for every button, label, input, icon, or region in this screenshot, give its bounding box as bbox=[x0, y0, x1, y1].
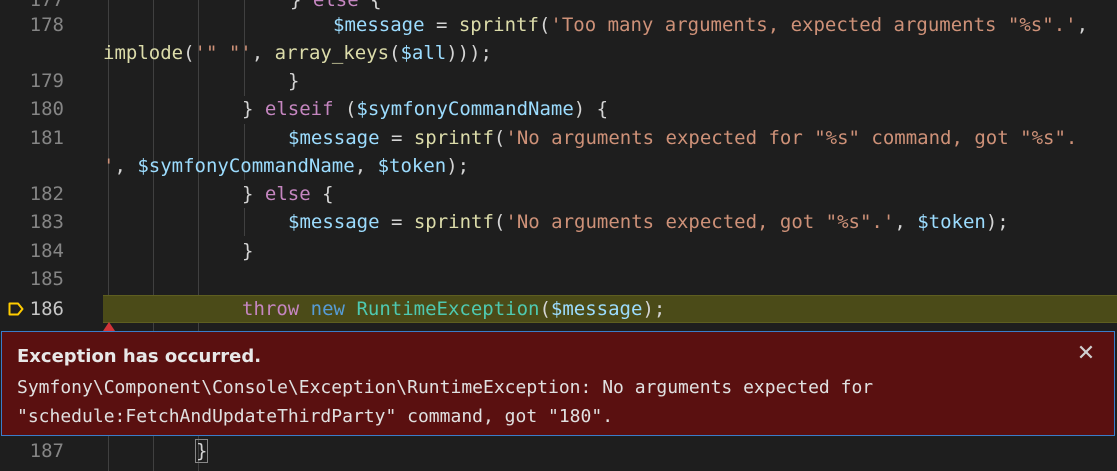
line-number: 179 bbox=[29, 70, 64, 92]
code-token: ( bbox=[539, 298, 551, 320]
code-token: ( bbox=[389, 42, 401, 64]
line-number: 178 bbox=[29, 14, 64, 36]
code-token: ( bbox=[333, 98, 357, 120]
code-token: ( bbox=[183, 42, 195, 64]
code-line: 178 $message = sprintf('Too many argumen… bbox=[0, 11, 1117, 39]
code-token: $message bbox=[288, 127, 380, 149]
code-text: } bbox=[242, 237, 253, 265]
code-line: 180 } elseif ($symfonyCommandName) { bbox=[0, 95, 1117, 123]
code-line: 181 $message = sprintf('No arguments exp… bbox=[0, 124, 1117, 152]
code-token: $token bbox=[917, 211, 986, 233]
code-token: = bbox=[424, 14, 459, 36]
code-token: ( bbox=[493, 211, 506, 233]
code-token: else bbox=[312, 0, 359, 11]
code-token: sprintf bbox=[413, 127, 494, 149]
exception-title: Exception has occurred. bbox=[17, 346, 262, 367]
code-token: ); bbox=[446, 155, 470, 177]
code-token: array_keys bbox=[274, 42, 390, 64]
code-line: 179 } bbox=[0, 67, 1117, 95]
code-token: ))); bbox=[446, 42, 492, 64]
code-token: } bbox=[288, 70, 300, 92]
code-token: , bbox=[354, 155, 378, 177]
code-token: $symfonyCommandName bbox=[356, 98, 574, 120]
code-token: 'No arguments expected for "%s" command,… bbox=[505, 127, 1078, 149]
code-token: new bbox=[310, 298, 345, 320]
line-number: 183 bbox=[29, 211, 64, 233]
code-line-wrap: implode('" "', array_keys($all))); bbox=[0, 39, 1117, 67]
line-number: 185 bbox=[29, 268, 64, 290]
code-token: RuntimeException bbox=[356, 298, 540, 320]
code-line: 187 } bbox=[0, 437, 1117, 465]
current-execution-line[interactable]: 186 throw new RuntimeException($message)… bbox=[0, 295, 1117, 323]
code-token: , bbox=[251, 42, 275, 64]
code-token: ) { bbox=[573, 98, 609, 120]
code-token: 'Too many arguments, expected arguments … bbox=[550, 14, 1077, 36]
code-token: $message bbox=[333, 14, 425, 36]
code-text: implode('" "', array_keys($all))); bbox=[103, 39, 492, 67]
code-token: '" "' bbox=[194, 42, 252, 64]
code-token: $message bbox=[550, 298, 643, 320]
code-token: $message bbox=[288, 211, 380, 233]
code-token: , bbox=[114, 155, 138, 177]
code-text: } bbox=[194, 437, 209, 465]
code-line-wrap: ', $symfonyCommandName, $token); bbox=[0, 152, 1117, 180]
code-token: { bbox=[358, 0, 382, 11]
code-token: , bbox=[894, 211, 918, 233]
code-token: sprintf bbox=[413, 211, 494, 233]
code-text: } else { bbox=[242, 180, 334, 208]
code-line: 184 } bbox=[0, 237, 1117, 265]
line-number: 180 bbox=[29, 98, 64, 120]
line-number: 181 bbox=[29, 127, 64, 149]
code-text: throw new RuntimeException($message); bbox=[242, 295, 665, 323]
code-token: $all bbox=[400, 42, 447, 64]
code-token: 'No arguments expected, got "%s".' bbox=[505, 211, 895, 233]
line-number: 187 bbox=[29, 440, 64, 462]
line-number: 184 bbox=[29, 240, 64, 262]
exception-pointer-marker bbox=[103, 322, 115, 331]
code-token: } bbox=[290, 0, 313, 11]
code-token: } bbox=[194, 439, 209, 463]
code-token: throw bbox=[242, 298, 300, 320]
code-token: elseif bbox=[264, 98, 334, 120]
code-token: } bbox=[242, 183, 265, 205]
code-token: $symfonyCommandName bbox=[137, 155, 355, 177]
code-token: $token bbox=[377, 155, 447, 177]
code-token: ( bbox=[538, 14, 551, 36]
code-text: $message = sprintf('No arguments expecte… bbox=[288, 208, 1009, 236]
code-text: $message = sprintf('Too many arguments, … bbox=[333, 11, 1088, 39]
code-editor[interactable]: 177 } else { 178 $message = sprintf('Too… bbox=[0, 0, 1117, 471]
code-text: } bbox=[288, 67, 299, 95]
code-token: } bbox=[242, 240, 254, 262]
line-number: 182 bbox=[29, 183, 64, 205]
code-token: ); bbox=[642, 298, 666, 320]
code-token: ( bbox=[493, 127, 506, 149]
code-text: $message = sprintf('No arguments expecte… bbox=[288, 124, 1077, 152]
line-number: 186 bbox=[29, 298, 64, 320]
code-token: ); bbox=[985, 211, 1009, 233]
code-token: , bbox=[1076, 14, 1089, 36]
code-token: sprintf bbox=[458, 14, 539, 36]
code-token: else bbox=[264, 183, 311, 205]
code-text: } elseif ($symfonyCommandName) { bbox=[242, 95, 608, 123]
code-token: implode bbox=[103, 42, 184, 64]
code-token: = bbox=[379, 127, 414, 149]
close-icon[interactable]: ✕ bbox=[1074, 342, 1098, 366]
code-line: 183 $message = sprintf('No arguments exp… bbox=[0, 208, 1117, 236]
code-line: 182 } else { bbox=[0, 180, 1117, 208]
code-token: ' bbox=[103, 155, 115, 177]
code-token: = bbox=[379, 211, 414, 233]
code-token: } bbox=[242, 98, 265, 120]
exception-widget: Exception has occurred. Symfony\Componen… bbox=[1, 331, 1115, 436]
code-token: { bbox=[310, 183, 334, 205]
code-text: ', $symfonyCommandName, $token); bbox=[103, 152, 469, 180]
code-line: 185 bbox=[0, 265, 1117, 293]
exception-message: Symfony\Component\Console\Exception\Runt… bbox=[17, 377, 874, 427]
